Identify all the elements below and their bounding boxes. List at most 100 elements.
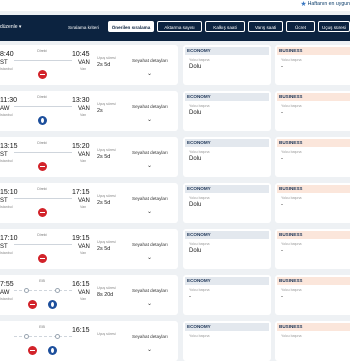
fare-per-passenger-label: Yolcu başına — [189, 104, 210, 108]
arrival-city: Van — [80, 205, 87, 209]
economy-fare-card[interactable]: ECONOMY Yolcu başına Dolu — [183, 91, 271, 131]
business-fare-card[interactable]: BUSINESS Yolcu başına - — [275, 183, 350, 223]
airline-logo-icon — [48, 300, 57, 309]
airline-logo-icon — [38, 70, 47, 79]
stop-label: Direkt — [37, 49, 47, 53]
arrival-city: Van — [80, 113, 87, 117]
travel-details-link[interactable]: Seyahat detayları — [132, 334, 168, 339]
business-fare-card[interactable]: BUSINESS Yolcu başına - — [275, 229, 350, 269]
departure-airport: AW — [0, 106, 10, 112]
flight-card[interactable]: 17:10 ST Istanbul Direkt 19:15 VAN Van Uçuş sür… — [0, 229, 178, 269]
duration-label: Uçuş süresi — [97, 240, 116, 244]
business-header: BUSINESS — [277, 277, 350, 285]
business-fare-card[interactable]: BUSINESS Yolcu başına — [275, 321, 350, 361]
sort-button-5[interactable]: Uçuş süresi — [318, 21, 350, 32]
sort-button-3[interactable]: Varış saati — [248, 21, 283, 32]
top-bar: ★Haftanın en uygun — [0, 0, 350, 11]
economy-fare-value: Dolu — [189, 64, 202, 70]
sort-button-2[interactable]: Kalkış saati — [205, 21, 245, 32]
fare-per-passenger-label: Yolcu başına — [189, 196, 210, 200]
chevron-down-icon[interactable]: ⌄ — [147, 347, 152, 353]
economy-fare-card[interactable]: ECONOMY Yolcu başına Dolu — [183, 137, 271, 177]
economy-fare-value: Dolu — [189, 202, 202, 208]
departure-time: 15:10 — [0, 189, 18, 196]
arrival-airport: VAN — [78, 290, 90, 296]
departure-airport: ST — [0, 152, 8, 158]
economy-header: ECONOMY — [185, 93, 269, 101]
arrival-airport: VAN — [78, 152, 90, 158]
economy-header: ECONOMY — [185, 139, 269, 147]
arrival-airport: VAN — [78, 244, 90, 250]
economy-fare-card[interactable]: ECONOMY Yolcu başına Dolu — [183, 229, 271, 269]
economy-fare-value: Dolu — [189, 110, 202, 116]
departure-time: 17:10 — [0, 235, 18, 242]
flight-card[interactable]: 13:15 ST Istanbul Direkt 15:20 VAN Van Uçuş sür… — [0, 137, 178, 177]
sort-button-1[interactable]: Aktarma sayısı — [157, 21, 202, 32]
business-fare-value: - — [281, 110, 283, 116]
fare-per-passenger-label: Yolcu başına — [281, 334, 302, 338]
arrival-city: Van — [80, 297, 87, 301]
route-line — [14, 336, 72, 337]
flight-row[interactable]: 13:15 ST Istanbul Direkt 15:20 VAN Van Uçuş sür… — [0, 137, 350, 177]
stop-dot — [24, 288, 29, 293]
flight-row[interactable]: 11:30 AW Istanbul Direkt 13:30 VAN Van Uçuş sür… — [0, 91, 350, 131]
sort-button-0[interactable]: Önerilen sıralama — [108, 21, 154, 32]
flight-row[interactable]: 7:55 AW Istanbul EIB 16:15 VAN Van Uçuş süresi 8… — [0, 275, 350, 315]
weekly-deal-link[interactable]: ★Haftanın en uygun — [300, 0, 350, 9]
route-line — [14, 106, 72, 107]
star-icon: ★ — [300, 1, 307, 8]
fare-per-passenger-label: Yolcu başına — [189, 150, 210, 154]
flight-card[interactable]: 7:55 AW Istanbul EIB 16:15 VAN Van Uçuş süresi 8… — [0, 275, 178, 315]
business-fare-card[interactable]: BUSINESS Yolcu başına - — [275, 91, 350, 131]
business-fare-card[interactable]: BUSINESS Yolcu başına - — [275, 275, 350, 315]
travel-details-link[interactable]: Seyahat detayları — [132, 196, 168, 201]
arrival-time: 13:30 — [72, 97, 90, 104]
chevron-down-icon[interactable]: ⌄ — [147, 117, 152, 123]
flight-card[interactable]: 8:40 ST Istanbul Direkt 10:45 VAN Van Uçuş süre… — [0, 45, 178, 85]
flight-row[interactable]: EIB 16:15 Uçuş süresi Seyahat detayları ⌄ ECO… — [0, 321, 350, 361]
chevron-down-icon[interactable]: ⌄ — [147, 209, 152, 215]
economy-fare-card[interactable]: ECONOMY Yolcu başına — [183, 321, 271, 361]
duration-value: 8s 20d — [97, 292, 114, 298]
arrival-time: 17:15 — [72, 189, 90, 196]
stop-label: Direkt — [37, 187, 47, 191]
business-header: BUSINESS — [277, 323, 350, 331]
fare-per-passenger-label: Yolcu başına — [281, 288, 302, 292]
flight-card[interactable]: 11:30 AW Istanbul Direkt 13:30 VAN Van Uçuş sür… — [0, 91, 178, 131]
airline-logo-icon — [28, 300, 37, 309]
economy-fare-card[interactable]: ECONOMY Yolcu başına Dolu — [183, 183, 271, 223]
travel-details-link[interactable]: Seyahat detayları — [132, 288, 168, 293]
duration-label: Uçuş süresi — [97, 286, 116, 290]
flight-row[interactable]: 15:10 ST Istanbul Direkt 17:15 VAN Van Uçuş sür… — [0, 183, 350, 223]
business-fare-card[interactable]: BUSINESS Yolcu başına - — [275, 137, 350, 177]
arrival-time: 16:15 — [72, 327, 90, 334]
edit-sort-link[interactable]: düzenle ▾ — [0, 24, 21, 30]
business-header: BUSINESS — [277, 93, 350, 101]
flight-card[interactable]: 15:10 ST Istanbul Direkt 17:15 VAN Van Uçuş sür… — [0, 183, 178, 223]
sort-button-4[interactable]: Ücret — [286, 21, 315, 32]
business-header: BUSINESS — [277, 47, 350, 55]
arrival-airport: VAN — [78, 106, 90, 112]
flight-row[interactable]: 8:40 ST Istanbul Direkt 10:45 VAN Van Uçuş süre… — [0, 45, 350, 85]
chevron-down-icon[interactable]: ⌄ — [147, 71, 152, 77]
economy-fare-value: Dolu — [189, 248, 202, 254]
airline-logo-icon — [48, 346, 57, 355]
travel-details-link[interactable]: Seyahat detayları — [132, 58, 168, 63]
fare-per-passenger-label: Yolcu başına — [281, 242, 302, 246]
flight-row[interactable]: 17:10 ST Istanbul Direkt 19:15 VAN Van Uçuş sür… — [0, 229, 350, 269]
chevron-down-icon[interactable]: ⌄ — [147, 163, 152, 169]
economy-fare-card[interactable]: ECONOMY Yolcu başına Dolu — [183, 45, 271, 85]
departure-airport: ST — [0, 60, 8, 66]
travel-details-link[interactable]: Seyahat detayları — [132, 150, 168, 155]
economy-fare-card[interactable]: ECONOMY Yolcu başına - — [183, 275, 271, 315]
departure-city: Istanbul — [0, 297, 13, 301]
business-fare-card[interactable]: BUSINESS Yolcu başına - — [275, 45, 350, 85]
chevron-down-icon[interactable]: ⌄ — [147, 255, 152, 261]
economy-header: ECONOMY — [185, 323, 269, 331]
departure-time: 7:55 — [0, 281, 14, 288]
travel-details-link[interactable]: Seyahat detayları — [132, 242, 168, 247]
flight-card[interactable]: EIB 16:15 Uçuş süresi Seyahat detayları ⌄ — [0, 321, 178, 361]
travel-details-link[interactable]: Seyahat detayları — [132, 104, 168, 109]
duration-value: 2s 5d — [97, 62, 111, 68]
chevron-down-icon[interactable]: ⌄ — [147, 301, 152, 307]
